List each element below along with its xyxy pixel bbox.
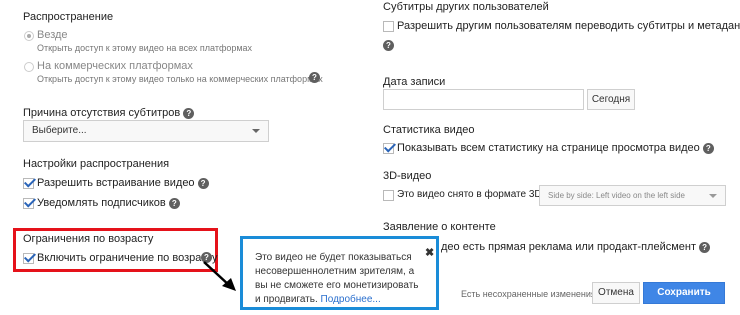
tooltip-learn-more-link[interactable]: Подробнее... [321, 294, 381, 305]
help-icon[interactable]: ? [702, 142, 714, 154]
help-icon[interactable]: ? [197, 177, 209, 189]
save-button[interactable]: Сохранить [643, 282, 725, 304]
show-stats-label: Показывать всем статистику на странице п… [397, 142, 714, 154]
tooltip-body: Это видео не будет показываться несоверш… [255, 251, 420, 307]
no-subtitles-select-value: Выберите... [32, 125, 87, 136]
3d-format-select[interactable]: Side by side: Left video on the left sid… [539, 185, 726, 206]
age-label: Включить ограничение по возрасту [37, 252, 218, 264]
embed-label-text: Разрешить встраивание видео [37, 177, 195, 189]
dist-settings-heading: Настройки распространения [23, 158, 170, 170]
age-checkbox[interactable] [23, 253, 34, 264]
record-date-heading: Дата записи [383, 76, 446, 88]
content-label-text: део есть прямая реклама или продакт-плей… [441, 241, 697, 253]
show-stats-checkbox[interactable] [383, 143, 394, 154]
help-icon[interactable]: ? [383, 40, 394, 51]
notify-label-text: Уведомлять подписчиков [37, 197, 166, 209]
distribution-heading: Распространение [23, 11, 114, 23]
content-label: део есть прямая реклама или продакт-плей… [441, 241, 711, 253]
allow-subtitles-checkbox[interactable] [383, 21, 394, 32]
3d-heading: 3D-видео [383, 170, 432, 182]
unsaved-changes-text: Есть несохраненные изменения. [461, 289, 599, 299]
show-stats-label-text: Показывать всем статистику на странице п… [397, 142, 700, 154]
radio-everywhere-sub: Открыть доступ к этому видео на всех пла… [37, 43, 253, 53]
notify-checkbox[interactable] [23, 198, 34, 209]
stats-heading: Статистика видео [383, 124, 475, 136]
subtitles-heading: Субтитры других пользователей [383, 1, 549, 13]
3d-label: Это видео снято в формате 3D [397, 189, 542, 200]
chevron-down-icon [709, 194, 717, 198]
3d-checkbox[interactable] [383, 190, 394, 201]
help-icon[interactable]: ? [699, 241, 711, 253]
close-icon[interactable]: ✖ [425, 246, 434, 259]
radio-commercial-sub: Открыть доступ к этому видео только на к… [37, 74, 323, 84]
help-icon[interactable]: ? [183, 107, 195, 119]
no-subtitles-select[interactable]: Выберите... [23, 120, 269, 142]
notify-label: Уведомлять подписчиков ? [37, 197, 180, 209]
radio-commercial[interactable] [24, 62, 34, 72]
record-date-input[interactable] [383, 89, 584, 110]
age-heading: Ограничения по возрасту [23, 233, 154, 245]
arrow-icon [203, 261, 236, 291]
no-subtitles-heading: Причина отсутствия субтитров ? [23, 107, 195, 119]
embed-label: Разрешить встраивание видео ? [37, 177, 209, 189]
embed-checkbox[interactable] [23, 178, 34, 189]
3d-format-select-value: Side by side: Left video on the left sid… [548, 191, 685, 200]
radio-everywhere[interactable] [24, 31, 34, 41]
allow-subtitles-label: Разрешить другим пользователям переводит… [397, 20, 740, 32]
help-icon[interactable]: ? [309, 72, 320, 83]
today-button[interactable]: Сегодня [587, 89, 635, 110]
age-tooltip: Это видео не будет показываться несоверш… [240, 236, 439, 310]
chevron-down-icon [252, 129, 260, 133]
cancel-button[interactable]: Отмена [592, 282, 640, 304]
radio-everywhere-label: Везде [37, 29, 68, 41]
content-heading: Заявление о контенте [383, 221, 496, 233]
help-icon[interactable]: ? [168, 197, 180, 209]
radio-commercial-label: На коммерческих платформах [37, 60, 193, 72]
no-subtitles-heading-text: Причина отсутствия субтитров [23, 107, 181, 119]
